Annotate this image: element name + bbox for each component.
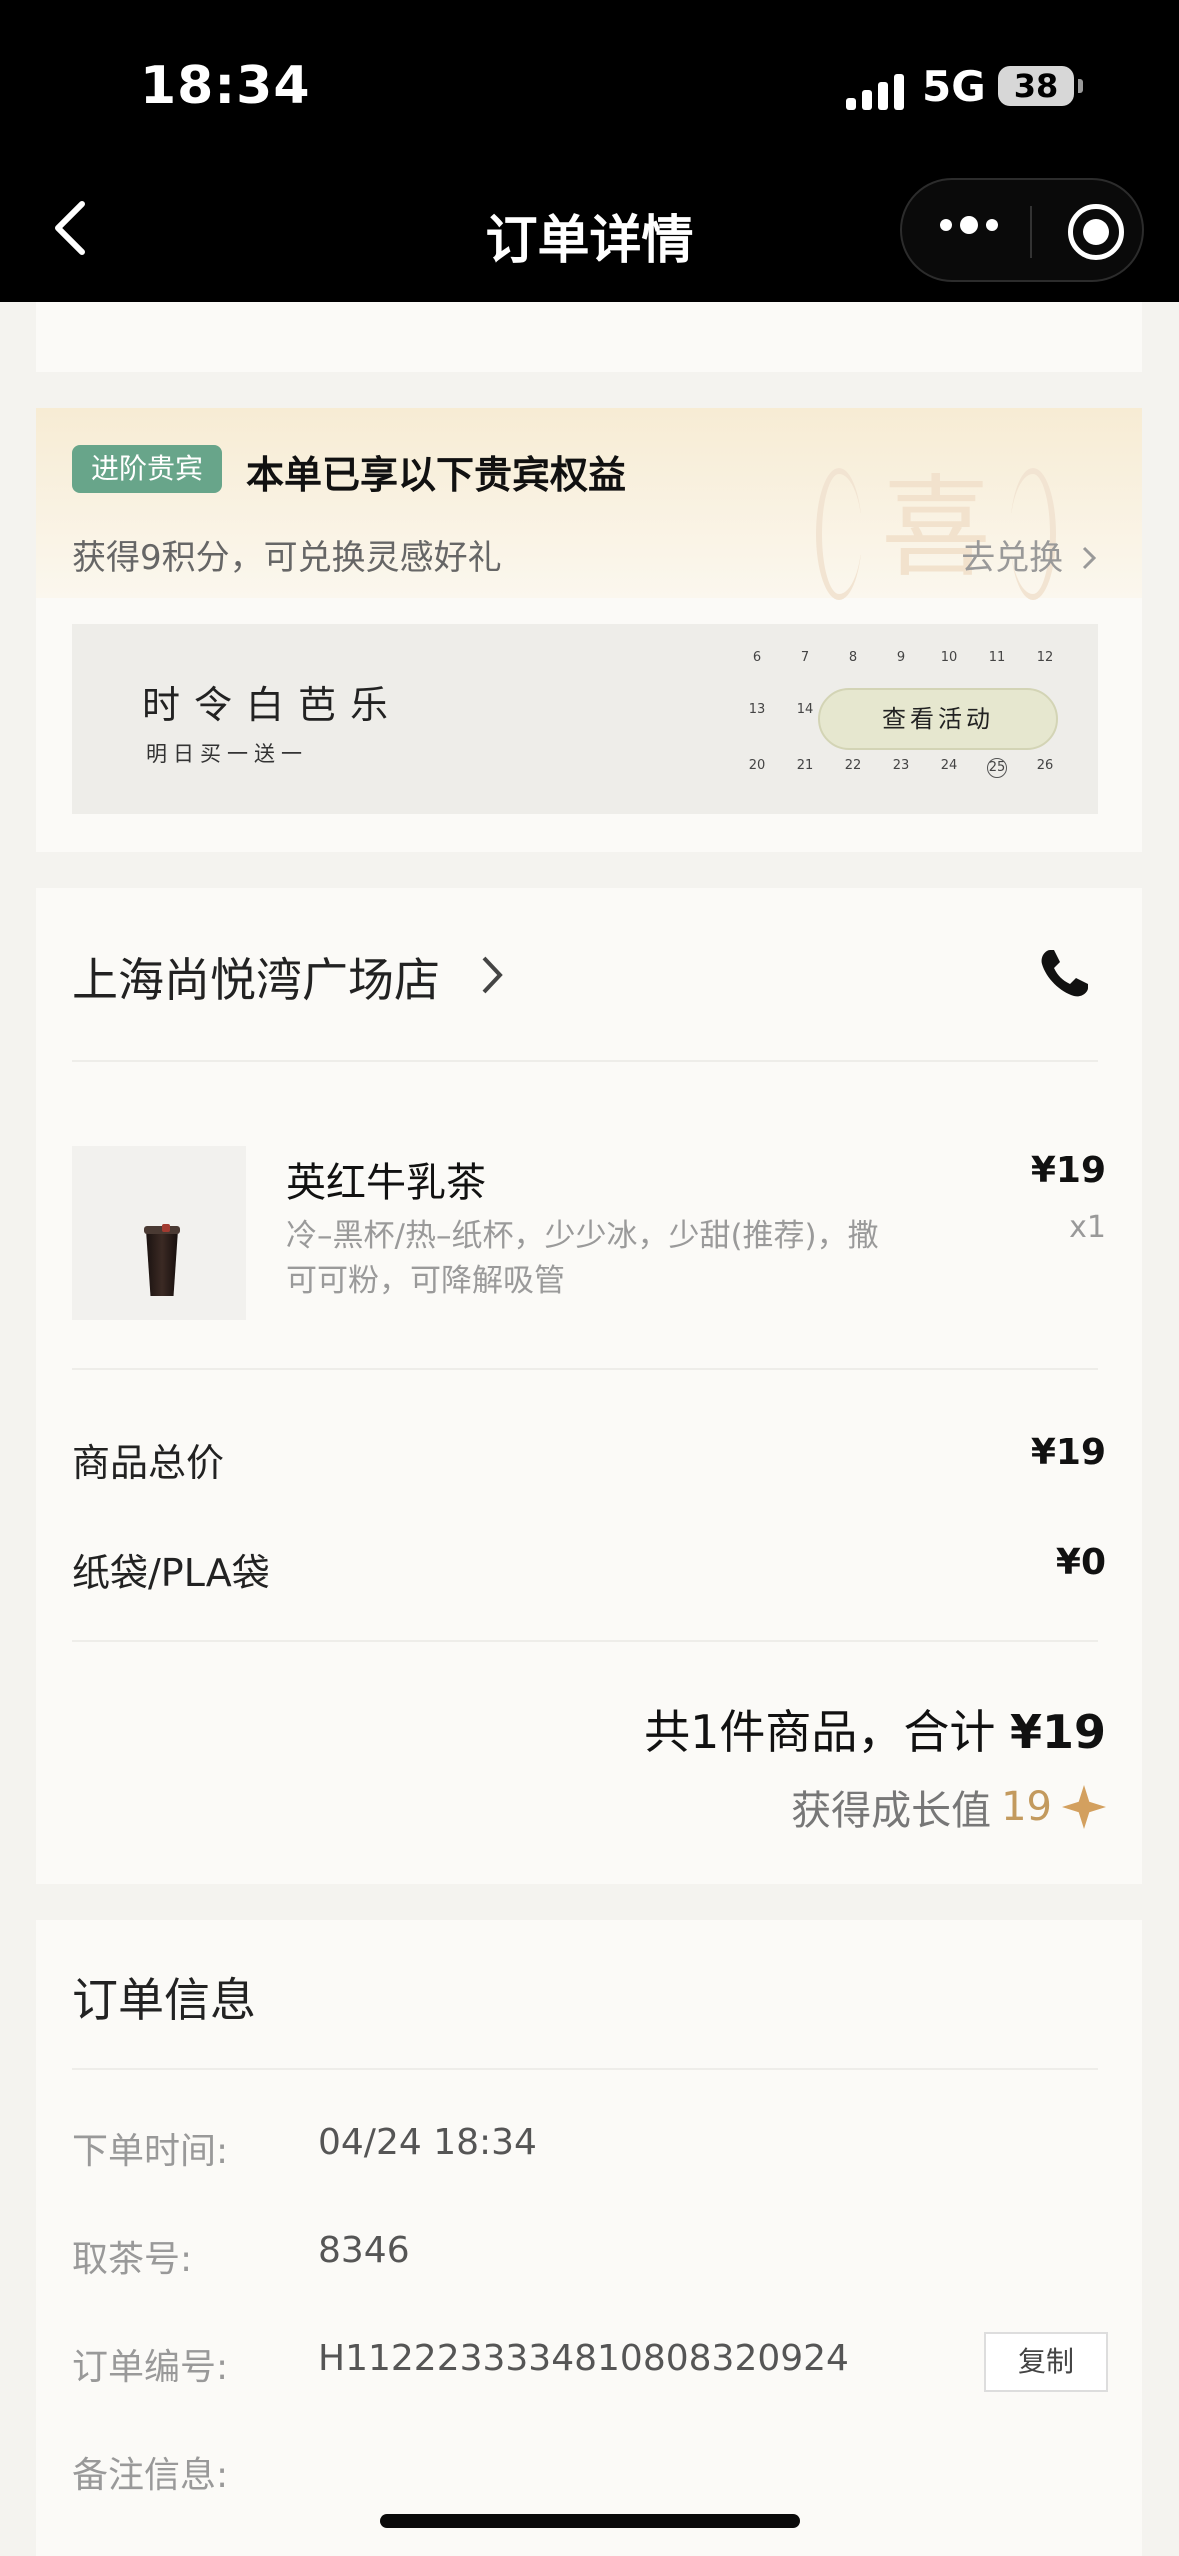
calendar-day: 20 (748, 758, 766, 773)
calendar-day: 6 (752, 650, 762, 665)
points-text: 获得9积分，可兑换灵感好礼 (72, 538, 502, 578)
battery-icon: 38 (998, 66, 1083, 106)
calendar-day-highlight: 25 (987, 758, 1007, 778)
divider (72, 1060, 1098, 1062)
total-amount: ¥19 (1009, 1705, 1106, 1759)
calendar-day: 10 (940, 650, 958, 665)
calendar-day: 26 (1036, 758, 1054, 773)
order-info-card: 订单信息 下单时间: 04/24 18:34 取茶号: 8346 订单编号: H… (36, 1920, 1142, 2556)
miniprogram-capsule (900, 178, 1144, 282)
cup-graphic (146, 1230, 178, 1296)
pickup-number-value: 8346 (318, 2230, 410, 2271)
vip-benefits-card: 喜 进阶贵宾 本单已享以下贵宾权益 获得9积分，可兑换灵感好礼 去兑换 时令白芭… (36, 408, 1142, 852)
close-miniprogram-icon[interactable] (1068, 204, 1124, 260)
pickup-number-label: 取茶号: (72, 2239, 193, 2280)
top-bar: 18:34 5G 38 订单详情 (0, 0, 1179, 302)
product-spec: 冷–黑杯/热–纸杯，少少冰，少甜(推荐)，撒可可粉，可降解吸管 (286, 1218, 879, 1299)
seal-watermark: 喜 (816, 428, 1056, 628)
redeem-label: 去兑换 (961, 538, 1064, 578)
calendar-day: 11 (988, 650, 1006, 665)
copy-button[interactable]: 复制 (984, 2332, 1108, 2392)
product-name: 英红牛乳茶 (286, 1160, 486, 1206)
order-info-title: 订单信息 (72, 1973, 256, 2027)
phone-icon[interactable] (1036, 946, 1092, 1002)
total-prefix: 共1件商品，合计 (644, 1705, 1010, 1759)
order-time-value: 04/24 18:34 (318, 2122, 537, 2163)
divider (72, 1640, 1098, 1642)
order-time-label: 下单时间: (72, 2131, 229, 2172)
growth-label: 获得成长值 (791, 1788, 992, 1834)
calendar-day: 7 (800, 650, 810, 665)
chevron-right-icon (1082, 546, 1097, 570)
subtotal-label: 商品总价 (72, 1441, 225, 1485)
redeem-link[interactable]: 去兑换 (961, 530, 1098, 579)
home-indicator[interactable] (380, 2514, 800, 2528)
product-image (72, 1146, 246, 1320)
store-name[interactable]: 上海尚悦湾广场店 (72, 944, 440, 1010)
calendar-day: 9 (896, 650, 906, 665)
growth-points: 获得成长值 19 (791, 1778, 1106, 1836)
banner-title: 时令白芭乐 (142, 683, 403, 727)
bag-fee-value: ¥0 (1055, 1542, 1106, 1583)
bag-fee-label: 纸袋/PLA袋 (72, 1551, 270, 1595)
order-total: 共1件商品，合计 ¥19 (644, 1696, 1106, 1762)
status-time: 18:34 (140, 56, 311, 116)
calendar-day: 24 (940, 758, 958, 773)
sparkle-icon (1062, 1785, 1106, 1829)
benefit-title: 本单已享以下贵宾权益 (246, 453, 627, 497)
calendar-day: 8 (848, 650, 858, 665)
more-icon[interactable] (940, 216, 998, 234)
order-items-card: 上海尚悦湾广场店 英红牛乳茶 冷–黑杯/热–纸杯，少少冰，少甜(推荐)，撒可可粉… (36, 888, 1142, 1884)
product-quantity: x1 (1069, 1210, 1106, 1245)
vip-level-badge: 进阶贵宾 (72, 445, 222, 493)
calendar-day: 13 (748, 702, 766, 717)
calendar-day: 21 (796, 758, 814, 773)
calendar-day: 22 (844, 758, 862, 773)
growth-value: 19 (1001, 1784, 1052, 1830)
calendar-day: 14 (796, 702, 814, 717)
calendar-day: 23 (892, 758, 910, 773)
chevron-right-icon[interactable] (472, 950, 512, 1000)
divider (72, 1368, 1098, 1370)
order-number-label: 订单编号: (72, 2347, 229, 2388)
network-type: 5G (922, 62, 986, 111)
calendar-day: 12 (1036, 650, 1054, 665)
cellular-signal-icon (846, 70, 904, 110)
product-price: ¥19 (1030, 1150, 1106, 1191)
order-number-value: H1122233334810808320924 (318, 2338, 849, 2379)
view-activity-button[interactable]: 查看活动 (818, 688, 1058, 750)
promo-banner[interactable]: 时令白芭乐 明日买一送一 6 7 8 9 10 11 12 13 14 20 2… (72, 624, 1098, 814)
subtotal-value: ¥19 (1030, 1432, 1106, 1473)
banner-subtitle: 明日买一送一 (146, 742, 308, 766)
remark-label: 备注信息: (72, 2455, 229, 2496)
cup-label (162, 1224, 170, 1232)
divider (72, 2068, 1098, 2070)
